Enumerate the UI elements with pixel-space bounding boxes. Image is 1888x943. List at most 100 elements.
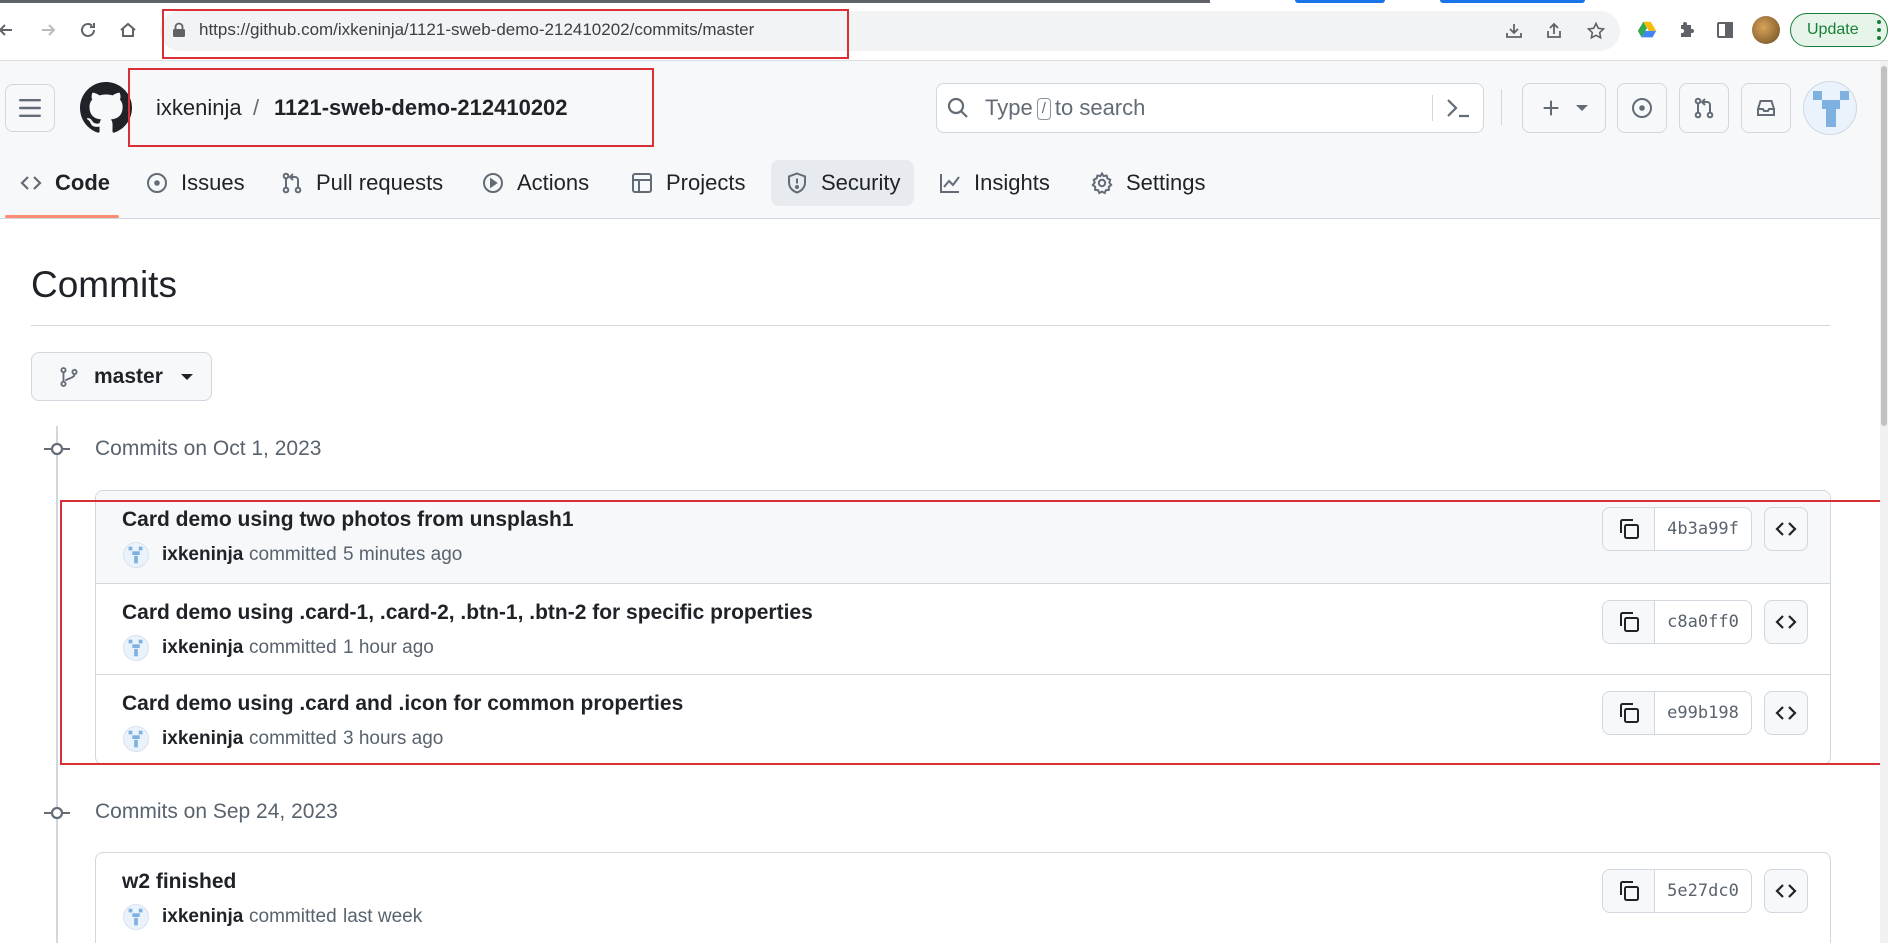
- forward-button[interactable]: [34, 16, 62, 44]
- side-panel-icon[interactable]: [1712, 17, 1738, 43]
- browser-toolbar: https://github.com/ixkeninja/1121-sweb-d…: [0, 0, 1888, 61]
- commit-sha-link[interactable]: e99b198: [1655, 692, 1751, 734]
- user-avatar[interactable]: [1803, 81, 1857, 135]
- copy-sha-button[interactable]: [1603, 692, 1655, 734]
- repo-owner-link[interactable]: ixkeninja: [156, 95, 242, 121]
- commit-verb: committed: [249, 544, 337, 565]
- breadcrumb-separator: /: [253, 95, 260, 120]
- tab-label: Settings: [1126, 170, 1206, 195]
- commit-group-heading: Commits on Oct 1, 2023: [95, 437, 322, 460]
- commit-time: 5 minutes ago: [343, 544, 463, 565]
- commit-author-link[interactable]: ixkeninja: [162, 637, 243, 659]
- browse-repo-button[interactable]: [1764, 691, 1808, 735]
- commit-list: w2 finished ixkeninja committed last wee…: [95, 852, 1831, 943]
- identicon-icon: [128, 639, 143, 657]
- tab-security[interactable]: Security: [771, 160, 915, 206]
- browser-profile-avatar[interactable]: [1752, 16, 1780, 44]
- chevron-down-icon: [180, 373, 193, 380]
- commit-author-link[interactable]: ixkeninja: [162, 728, 243, 750]
- copy-sha-button[interactable]: [1603, 870, 1655, 912]
- update-button[interactable]: Update: [1790, 13, 1888, 47]
- search-icon: [947, 97, 968, 118]
- identicon-icon: [1813, 91, 1849, 127]
- author-avatar[interactable]: [123, 635, 149, 661]
- commit-message-link[interactable]: Card demo using .card-1, .card-2, .btn-1…: [122, 601, 813, 625]
- update-label: Update: [1807, 21, 1859, 38]
- identicon-icon: [128, 546, 143, 564]
- copy-sha-button[interactable]: [1603, 508, 1655, 550]
- author-avatar[interactable]: [123, 904, 149, 930]
- author-avatar[interactable]: [123, 542, 149, 568]
- url-annotation-box: [162, 9, 849, 59]
- copy-icon: [1619, 612, 1639, 632]
- tab-label: Security: [821, 170, 901, 195]
- commit-time: last week: [343, 906, 423, 927]
- back-button[interactable]: [0, 16, 20, 44]
- pull-requests-button[interactable]: [1679, 83, 1729, 133]
- commit-time: 3 hours ago: [343, 728, 444, 749]
- commit-sha-group: c8a0ff0: [1602, 600, 1752, 644]
- tab-projects[interactable]: Projects: [616, 160, 759, 206]
- commit-message-link[interactable]: Card demo using two photos from unsplash…: [122, 508, 574, 532]
- extensions-puzzle-icon[interactable]: [1674, 17, 1700, 43]
- author-avatar[interactable]: [123, 726, 149, 752]
- tab-code[interactable]: Code: [5, 160, 124, 206]
- github-logo-icon[interactable]: [80, 82, 132, 134]
- commit-sha-link[interactable]: 5e27dc0: [1655, 870, 1751, 912]
- commit-list: Card demo using two photos from unsplash…: [95, 490, 1831, 765]
- drive-extension-icon[interactable]: [1634, 17, 1660, 43]
- header-divider: [1501, 89, 1502, 125]
- tab-insights[interactable]: Insights: [924, 160, 1064, 206]
- commit-row[interactable]: Card demo using two photos from unsplash…: [96, 491, 1830, 583]
- tab-settings[interactable]: Settings: [1076, 160, 1220, 206]
- tab-pull-requests[interactable]: Pull requests: [266, 160, 457, 206]
- inbox-button[interactable]: [1741, 83, 1791, 133]
- tab-issues[interactable]: Issues: [131, 160, 259, 206]
- issues-button[interactable]: [1617, 83, 1667, 133]
- copy-icon: [1619, 881, 1639, 901]
- branch-selector-button[interactable]: master: [31, 352, 212, 401]
- code-icon: [20, 176, 42, 190]
- tab-label: Pull requests: [316, 170, 444, 195]
- search-shortcut-key: /: [1036, 98, 1051, 120]
- commit-message-link[interactable]: Card demo using .card and .icon for comm…: [122, 692, 683, 716]
- commit-author-link[interactable]: ixkeninja: [162, 906, 243, 928]
- browse-repo-button[interactable]: [1764, 507, 1808, 551]
- command-palette-icon[interactable]: [1444, 95, 1472, 121]
- shield-icon: [788, 172, 806, 194]
- commit-row[interactable]: Card demo using .card-1, .card-2, .btn-1…: [96, 583, 1830, 674]
- code-icon: [1775, 884, 1797, 898]
- commit-author-link[interactable]: ixkeninja: [162, 544, 243, 566]
- tab-actions[interactable]: Actions: [467, 160, 603, 206]
- commit-node-icon: [44, 806, 70, 820]
- commit-sha-link[interactable]: c8a0ff0: [1655, 601, 1751, 643]
- commit-row[interactable]: Card demo using .card and .icon for comm…: [96, 674, 1830, 764]
- copy-sha-button[interactable]: [1603, 601, 1655, 643]
- global-menu-button[interactable]: [5, 84, 55, 132]
- browse-repo-button[interactable]: [1764, 600, 1808, 644]
- repo-name-link[interactable]: 1121-sweb-demo-212410202: [274, 95, 568, 121]
- share-icon[interactable]: [1542, 19, 1566, 43]
- page-scrollbar-thumb[interactable]: [1881, 66, 1887, 426]
- commit-group-heading: Commits on Sep 24, 2023: [95, 800, 338, 823]
- gear-icon: [1091, 171, 1113, 195]
- create-new-button[interactable]: [1522, 83, 1606, 133]
- issue-opened-icon: [1632, 98, 1652, 118]
- commit-sha-link[interactable]: 4b3a99f: [1655, 508, 1751, 550]
- tab-label: Projects: [666, 170, 746, 195]
- bookmark-star-icon[interactable]: [1584, 19, 1608, 43]
- home-button[interactable]: [114, 16, 142, 44]
- install-app-icon[interactable]: [1502, 19, 1526, 43]
- tab-label: Code: [55, 170, 110, 195]
- commit-message-link[interactable]: w2 finished: [122, 870, 236, 894]
- page-title: Commits: [31, 264, 177, 305]
- git-pull-request-icon: [282, 172, 302, 194]
- identicon-icon: [128, 908, 143, 926]
- commit-node-icon: [44, 442, 70, 456]
- browse-repo-button[interactable]: [1764, 869, 1808, 913]
- inbox-icon: [1757, 100, 1775, 116]
- tab-label: Issues: [181, 170, 245, 195]
- commit-sha-group: 4b3a99f: [1602, 507, 1752, 551]
- commit-row[interactable]: w2 finished ixkeninja committed last wee…: [96, 853, 1830, 943]
- reload-button[interactable]: [74, 16, 102, 44]
